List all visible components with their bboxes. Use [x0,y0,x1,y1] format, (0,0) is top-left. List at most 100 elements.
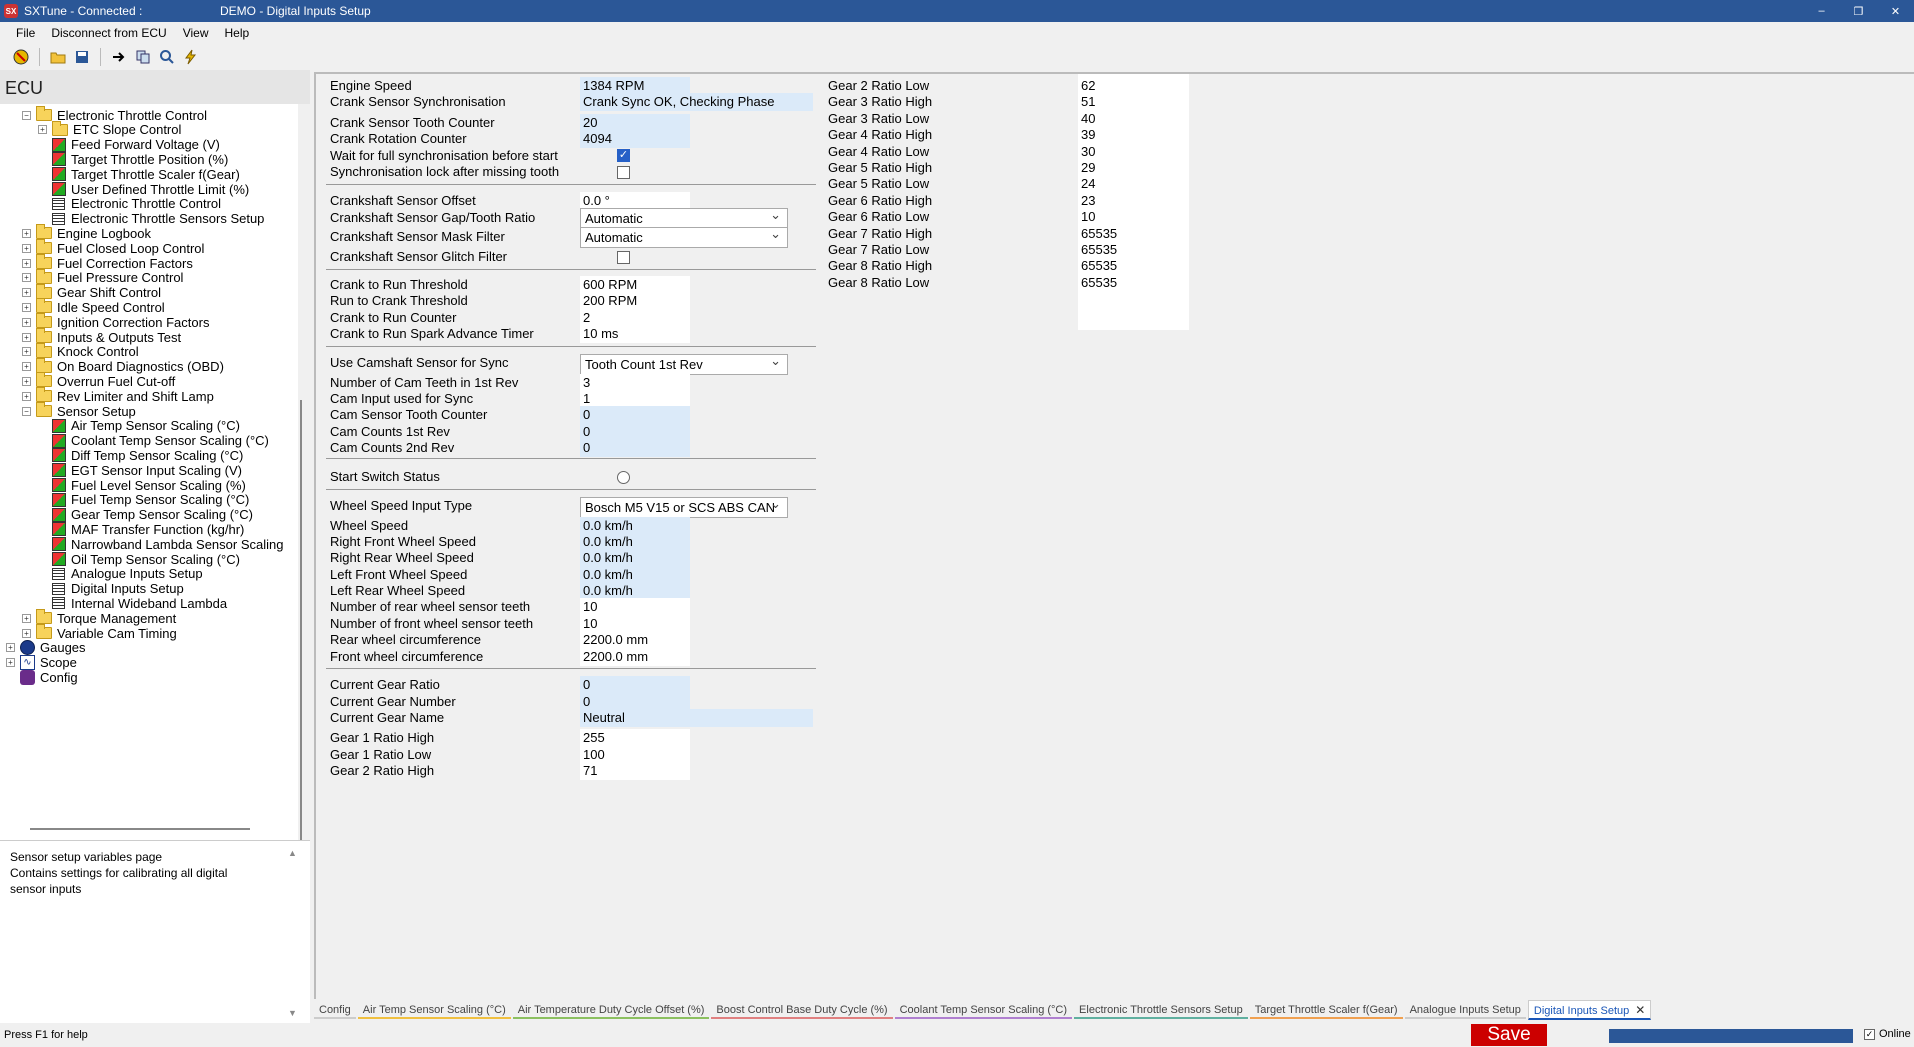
search-icon[interactable] [158,48,176,66]
online-toggle[interactable]: ✓ Online [1864,1028,1911,1040]
tree-item[interactable]: Config [6,668,78,686]
gear-ratio-label: Gear 5 Ratio High [828,160,933,175]
tab[interactable]: Boost Control Base Duty Cycle (%) [711,1002,893,1019]
cam-counts-2nd-value: 0 [580,439,690,457]
gear2-high-input[interactable]: 71 [580,762,690,780]
copy-icon[interactable] [134,48,152,66]
gear-ratio-input[interactable]: 65535 [1081,226,1117,241]
gear-ratio-input[interactable]: 65535 [1081,242,1117,257]
gear-ratio-input[interactable]: 24 [1081,176,1095,191]
label: Number of Cam Teeth in 1st Rev [330,375,519,390]
expand-icon[interactable]: + [22,391,31,401]
tab[interactable]: Target Throttle Scaler f(Gear) [1249,1002,1403,1019]
label: Run to Crank Threshold [330,293,468,308]
front-circumference-input[interactable]: 2200.0 mm [580,648,690,666]
sync-lock-checkbox[interactable] [617,166,630,179]
crank-mask-filter-select[interactable]: Automatic [580,227,788,248]
crank-gap-ratio-select[interactable]: Automatic [580,208,788,229]
expand-icon[interactable]: + [22,258,31,268]
use-cam-sync-select[interactable]: Tooth Count 1st Rev [580,354,788,375]
config-icon [20,669,35,685]
online-checkbox[interactable]: ✓ [1864,1028,1875,1040]
label: Use Camshaft Sensor for Sync [330,355,509,370]
description-line: Sensor setup variables page [10,850,163,864]
gear-ratio-input[interactable]: 65535 [1081,258,1117,273]
wait-full-sync-checkbox[interactable]: ✓ [617,149,630,162]
tab[interactable]: Coolant Temp Sensor Scaling (°C) [894,1002,1073,1019]
gear-ratio-label: Gear 4 Ratio High [828,127,933,143]
gear-ratio-input[interactable]: 10 [1081,209,1095,224]
expand-icon[interactable]: + [22,362,31,372]
expand-icon[interactable]: + [22,302,31,312]
crank-spark-timer-input[interactable]: 10 ms [580,325,690,343]
close-tab-icon[interactable]: ✕ [1635,1003,1645,1017]
tab-label: Analogue Inputs Setup [1409,1003,1521,1016]
gear1-high-input[interactable]: 255 [580,729,690,747]
tab[interactable]: Air Temp Sensor Scaling (°C) [357,1002,511,1019]
expand-icon[interactable]: + [22,613,31,623]
folder-icon [36,239,52,255]
expand-icon[interactable]: + [6,658,15,668]
expand-icon[interactable]: + [22,332,31,342]
tab[interactable]: Config [314,1002,356,1019]
expand-icon[interactable]: + [22,628,31,638]
run-to-crank-threshold-input[interactable]: 200 RPM [580,292,690,310]
tab[interactable]: Electronic Throttle Sensors Setup [1074,1002,1248,1019]
tree-horizontal-scrollbar[interactable] [30,828,250,830]
open-folder-icon[interactable] [49,48,67,66]
minimize-button[interactable]: – [1803,0,1840,22]
gear-ratio-input[interactable]: 23 [1081,193,1095,208]
expand-icon[interactable]: + [22,243,31,253]
label: Right Front Wheel Speed [330,534,476,549]
tab-active[interactable]: Digital Inputs Setup ✕ [1527,1000,1652,1020]
menu-view[interactable]: View [175,26,217,40]
expand-icon[interactable]: + [22,317,31,327]
menu-file[interactable]: File [8,26,43,40]
section-divider [326,184,816,185]
rear-teeth-input[interactable]: 10 [580,598,690,616]
gear-ratio-label: Gear 6 Ratio High [828,192,933,208]
menu-disconnect[interactable]: Disconnect from ECU [43,26,174,40]
label: Current Gear Name [330,710,445,725]
menu-help[interactable]: Help [217,26,258,40]
save-button[interactable]: Save [1471,1024,1547,1046]
lightning-icon[interactable] [182,48,200,66]
tab[interactable]: Analogue Inputs Setup [1404,1002,1526,1019]
label: Crank to Run Threshold [330,277,468,292]
collapse-icon[interactable]: − [22,406,31,416]
save-icon[interactable] [73,48,91,66]
label: Crank Sensor Tooth Counter [330,115,495,130]
expand-icon[interactable]: + [22,376,31,386]
crank-sync-value: Crank Sync OK, Checking Phase [580,93,813,111]
crank-glitch-filter-checkbox[interactable] [617,251,630,264]
document-tabs: Config Air Temp Sensor Scaling (°C) Air Te… [314,999,1914,1021]
label: Front wheel circumference [330,649,484,664]
gear-ratio-input[interactable]: 29 [1081,160,1095,175]
goto-icon[interactable] [110,48,128,66]
description-scrollbar[interactable]: ▲ ▼ [288,845,298,1035]
wheel-speed-type-select[interactable]: Bosch M5 V15 or SCS ABS CAN [580,497,788,518]
gear-ratio-input[interactable]: 39 [1081,127,1095,142]
settings-page-icon [52,582,65,595]
gear-ratio-input[interactable]: 65535 [1081,275,1117,290]
expand-icon[interactable]: + [22,347,31,357]
expand-icon[interactable]: + [22,273,31,283]
gear-ratio-input[interactable]: 40 [1081,111,1095,126]
disconnect-icon[interactable] [12,48,30,66]
tree-scrollbar[interactable] [298,104,310,900]
tab[interactable]: Air Temperature Duty Cycle Offset (%) [512,1002,710,1019]
restore-button[interactable]: ❐ [1840,0,1877,22]
expand-icon[interactable]: + [6,643,15,653]
gear-ratio-input[interactable]: 62 [1081,78,1095,93]
close-window-button[interactable]: ✕ [1877,0,1914,22]
rear-circumference-input[interactable]: 2200.0 mm [580,631,690,649]
expand-icon[interactable]: + [22,228,31,238]
gear-ratio-input[interactable]: 51 [1081,94,1095,109]
label: Crank to Run Counter [330,310,457,325]
gear-ratio-input[interactable]: 30 [1081,144,1095,159]
expand-icon[interactable]: + [22,288,31,298]
label: Current Gear Number [330,694,456,709]
tab-label: Boost Control Base Duty Cycle (%) [716,1003,888,1016]
collapse-icon[interactable]: − [22,110,31,120]
expand-icon[interactable]: + [38,125,47,135]
